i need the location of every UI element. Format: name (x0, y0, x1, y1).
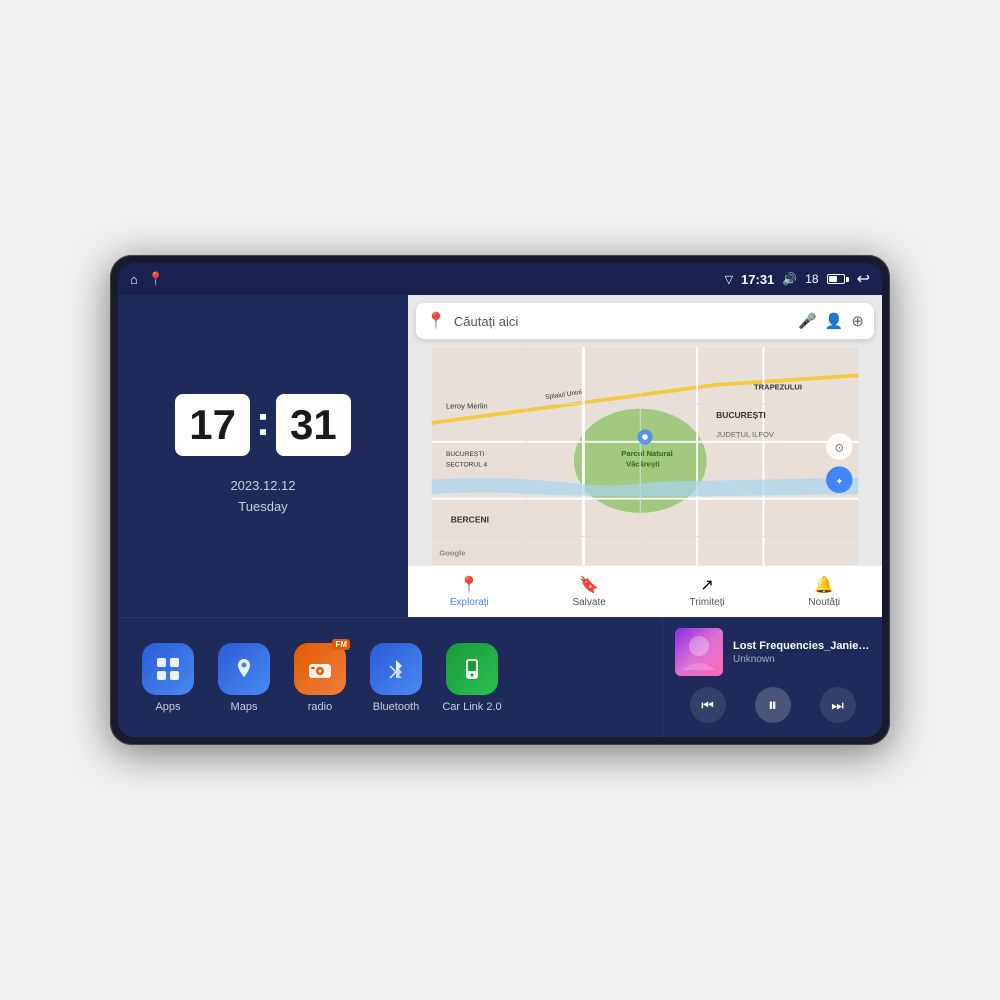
device: ⌂ 📍 ▽ 17:31 🔊 18 ↩ (110, 255, 890, 745)
next-button[interactable]: ⏭ (820, 687, 856, 723)
clock-date: 2023.12.12 Tuesday (230, 476, 295, 518)
svg-text:BERCENI: BERCENI (451, 514, 489, 524)
bluetooth-label: Bluetooth (373, 701, 419, 713)
music-info: Lost Frequencies_Janieck Devy-... Unknow… (733, 640, 870, 665)
map-search-input[interactable]: Căutați aici (454, 314, 790, 329)
clock-day-value: Tuesday (230, 497, 295, 518)
svg-text:Google: Google (439, 549, 465, 558)
send-icon: ↗ (700, 575, 713, 595)
music-artist: Unknown (733, 654, 870, 665)
battery-icon (827, 274, 849, 284)
map-visual: Parcul Natural Văcărești Splaiul Unirii (408, 347, 882, 565)
send-label: Trimiteți (690, 597, 725, 608)
clock-minutes: 31 (276, 394, 351, 456)
explore-label: Explorați (450, 597, 489, 608)
app-icon-radio[interactable]: FM radio (290, 643, 350, 713)
map-search-actions: 🎤 👤 ⊕ (798, 312, 864, 330)
map-voice-icon[interactable]: 🎤 (798, 312, 817, 330)
app-icon-maps[interactable]: Maps (214, 643, 274, 713)
svg-text:SECTORUL 4: SECTORUL 4 (446, 461, 488, 468)
map-account-icon[interactable]: 👤 (825, 312, 844, 330)
svg-text:JUDEȚUL ILFOV: JUDEȚUL ILFOV (716, 430, 775, 439)
clock-display: 17 : 31 (175, 394, 350, 456)
apps-icon-img (142, 643, 194, 695)
maps-icon-img (218, 643, 270, 695)
music-title: Lost Frequencies_Janieck Devy-... (733, 640, 870, 652)
home-icon[interactable]: ⌂ (130, 272, 138, 287)
map-nav-send[interactable]: ↗ Trimiteți (690, 575, 725, 608)
map-panel[interactable]: 📍 Căutați aici 🎤 👤 ⊕ (408, 295, 882, 617)
bluetooth-icon-img (370, 643, 422, 695)
map-search-bar[interactable]: 📍 Căutați aici 🎤 👤 ⊕ (416, 303, 874, 339)
album-art (675, 628, 723, 676)
bottom-section: Apps Maps (118, 617, 882, 737)
top-section: 17 : 31 2023.12.12 Tuesday 📍 Căutați aic… (118, 295, 882, 617)
play-pause-button[interactable]: ⏸ (755, 687, 791, 723)
carlink-label: Car Link 2.0 (442, 701, 501, 713)
apps-label: Apps (155, 701, 180, 713)
svg-text:BUCUREȘTI: BUCUREȘTI (446, 451, 484, 458)
carlink-icon-img (446, 643, 498, 695)
svg-text:⊙: ⊙ (835, 442, 845, 454)
status-right: ▽ 17:31 🔊 18 ↩ (725, 269, 870, 289)
map-nav-saved[interactable]: 🔖 Salvate (572, 575, 605, 608)
app-icon-apps[interactable]: Apps (138, 643, 198, 713)
maps-label: Maps (231, 701, 258, 713)
signal-icon: ▽ (725, 273, 733, 286)
svg-text:Parcul Natural: Parcul Natural (621, 449, 672, 458)
prev-button[interactable]: ⏮ (690, 687, 726, 723)
map-svg: Parcul Natural Văcărești Splaiul Unirii (408, 347, 882, 565)
map-search-pin-icon: 📍 (426, 311, 446, 331)
music-controls: ⏮ ⏸ ⏭ (675, 683, 870, 727)
saved-label: Salvate (572, 597, 605, 608)
music-top: Lost Frequencies_Janieck Devy-... Unknow… (675, 628, 870, 676)
map-bottom-nav: 📍 Explorați 🔖 Salvate ↗ Trimiteți 🔔 (408, 565, 882, 617)
main-content: 17 : 31 2023.12.12 Tuesday 📍 Căutați aic… (118, 295, 882, 737)
news-icon: 🔔 (814, 575, 834, 595)
volume-icon: 🔊 (782, 272, 797, 286)
explore-icon: 📍 (459, 575, 479, 595)
time-display: 17:31 (741, 272, 774, 287)
map-layers-icon[interactable]: ⊕ (851, 312, 864, 330)
saved-icon: 🔖 (579, 575, 599, 595)
svg-text:Văcărești: Văcărești (626, 459, 660, 468)
clock-separator: : (256, 397, 270, 445)
app-icon-bluetooth[interactable]: Bluetooth (366, 643, 426, 713)
device-screen: ⌂ 📍 ▽ 17:31 🔊 18 ↩ (118, 263, 882, 737)
fm-badge: FM (332, 639, 350, 650)
volume-level: 18 (805, 272, 818, 286)
back-icon[interactable]: ↩ (857, 269, 870, 289)
music-player: Lost Frequencies_Janieck Devy-... Unknow… (662, 618, 882, 737)
clock-date-value: 2023.12.12 (230, 476, 295, 497)
svg-text:Leroy Merlin: Leroy Merlin (446, 402, 488, 411)
map-nav-explore[interactable]: 📍 Explorați (450, 575, 489, 608)
clock-panel: 17 : 31 2023.12.12 Tuesday (118, 295, 408, 617)
maps-icon[interactable]: 📍 (148, 271, 164, 287)
status-bar: ⌂ 📍 ▽ 17:31 🔊 18 ↩ (118, 263, 882, 295)
radio-icon-img: FM (294, 643, 346, 695)
news-label: Noutăți (808, 597, 840, 608)
status-left: ⌂ 📍 (130, 271, 164, 287)
svg-text:BUCUREȘTI: BUCUREȘTI (716, 410, 766, 420)
svg-text:TRAPEZULUI: TRAPEZULUI (754, 383, 802, 392)
svg-text:✦: ✦ (835, 476, 843, 487)
apps-area: Apps Maps (118, 618, 662, 737)
app-icon-carlink[interactable]: Car Link 2.0 (442, 643, 502, 713)
map-nav-news[interactable]: 🔔 Noutăți (808, 575, 840, 608)
clock-hours: 17 (175, 394, 250, 456)
radio-label: radio (308, 701, 332, 713)
